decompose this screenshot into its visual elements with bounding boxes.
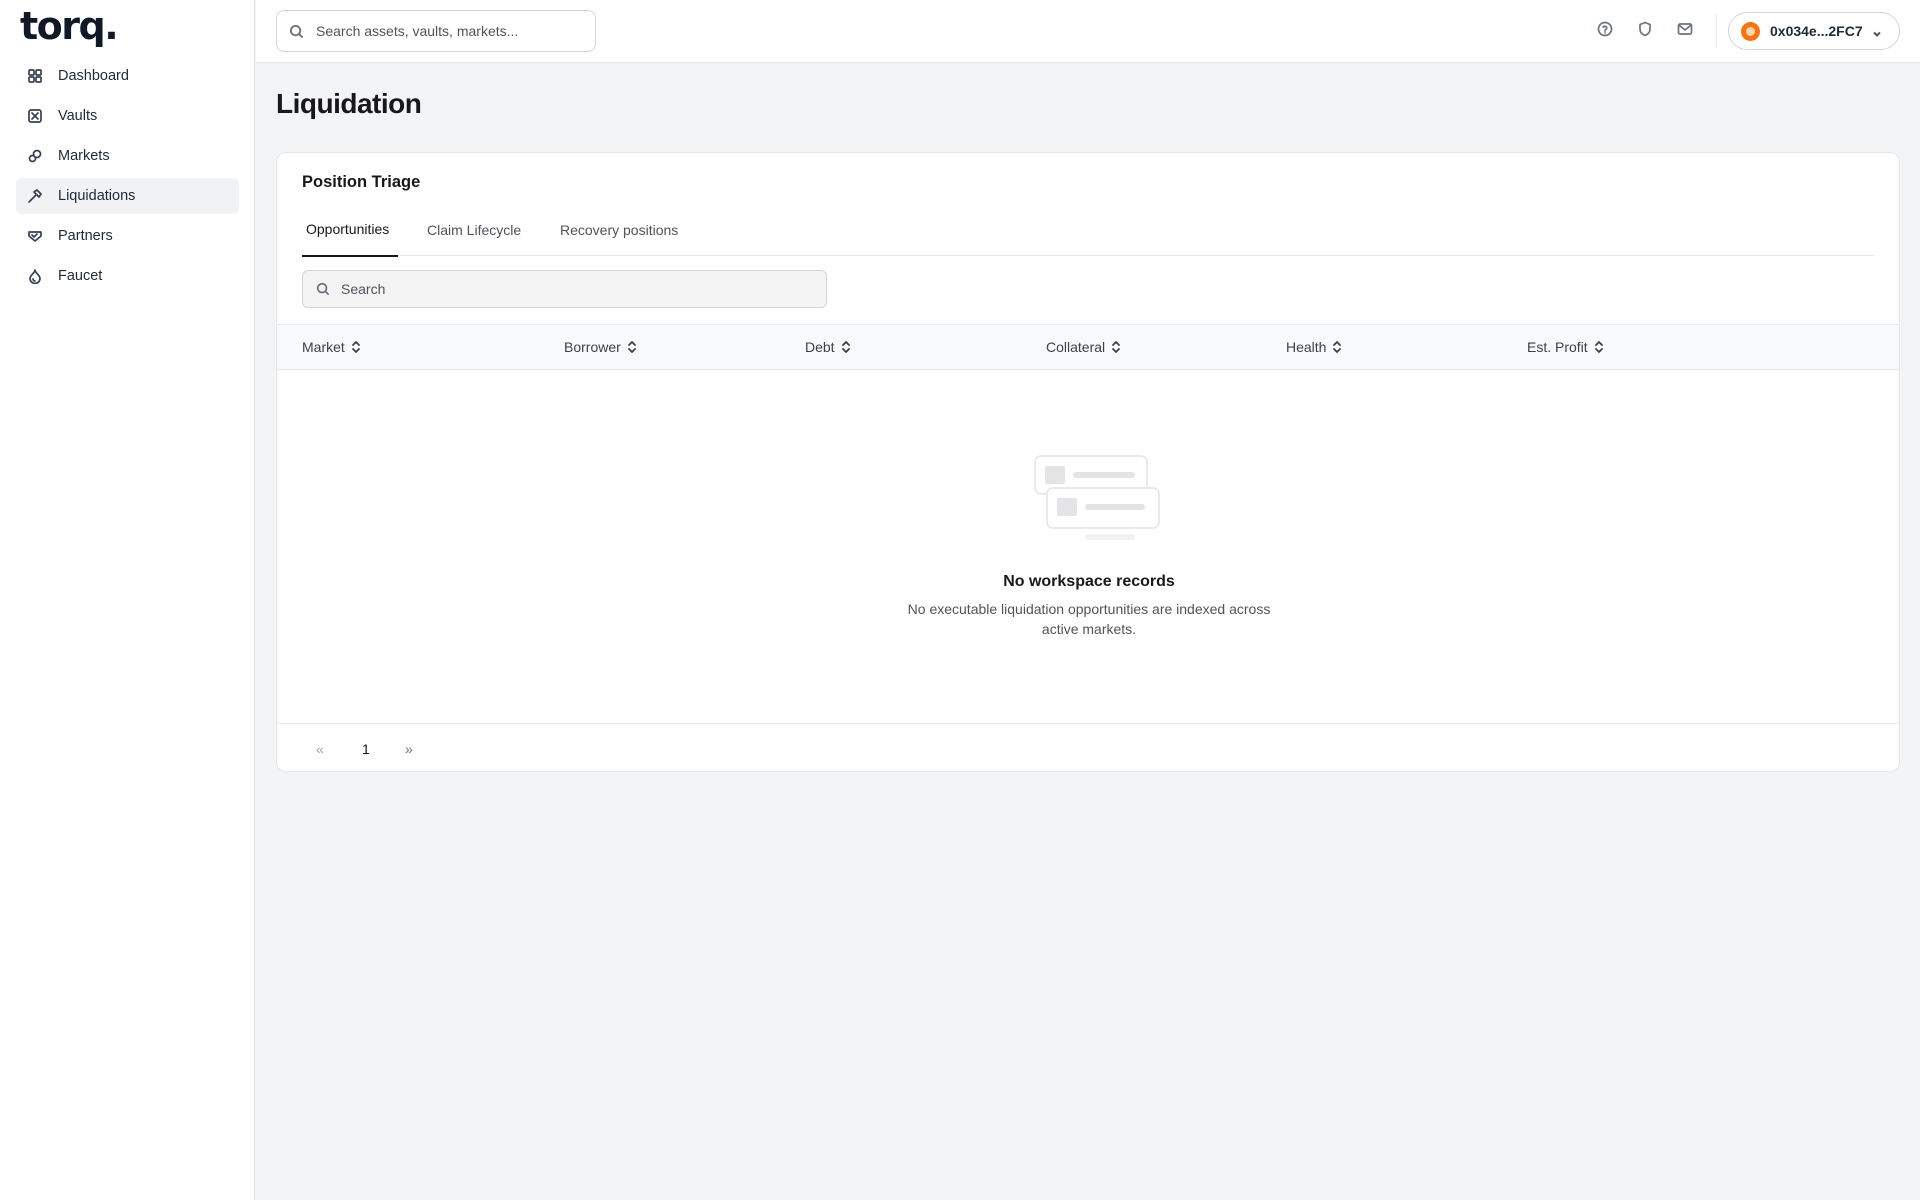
empty-state-title: No workspace records <box>1003 573 1175 590</box>
wallet-address: 0x034e...2FC7 <box>1770 23 1863 39</box>
sort-icon <box>627 340 637 354</box>
tab-opportunities[interactable]: Opportunities <box>302 213 398 257</box>
markets-icon <box>26 147 44 165</box>
pagination-page-1[interactable]: 1 <box>362 741 370 757</box>
sidebar-item-label: Vaults <box>58 108 98 124</box>
sort-icon <box>841 340 851 354</box>
column-label: Est. Profit <box>1527 339 1588 355</box>
empty-state: No workspace records No executable liqui… <box>277 370 1899 722</box>
tab-claim-lifecycle[interactable]: Claim Lifecycle <box>423 213 525 256</box>
empty-state-description: No executable liquidation opportunities … <box>907 601 1271 637</box>
sidebar: torq. Dashboard Vaults Markets Liquidati… <box>0 0 255 1200</box>
pagination-prev-button[interactable]: « <box>316 741 324 757</box>
column-label: Borrower <box>564 339 621 355</box>
column-header-borrower[interactable]: Borrower <box>564 325 637 369</box>
empty-records-illustration <box>1034 455 1160 540</box>
sidebar-item-dashboard[interactable]: Dashboard <box>16 58 239 94</box>
chevron-down-icon <box>1872 26 1882 37</box>
wallet-avatar <box>1741 21 1760 41</box>
page-title: Liquidation <box>276 88 422 119</box>
tab-bar: Opportunities Claim Lifecycle Recovery p… <box>302 213 1874 257</box>
column-header-health[interactable]: Health <box>1286 325 1342 369</box>
sidebar-item-vaults[interactable]: Vaults <box>16 98 239 134</box>
topbar-divider <box>1716 14 1717 48</box>
sidebar-item-label: Faucet <box>58 268 103 284</box>
vault-icon <box>26 107 44 125</box>
sidebar-item-label: Partners <box>58 228 113 244</box>
position-triage-card: Position Triage Opportunities Claim Life… <box>276 152 1900 772</box>
search-icon <box>289 24 304 38</box>
sidebar-item-faucet[interactable]: Faucet <box>16 258 239 294</box>
dashboard-icon <box>26 67 44 85</box>
column-header-collateral[interactable]: Collateral <box>1046 325 1121 369</box>
sort-icon <box>351 340 361 354</box>
sort-icon <box>1111 340 1121 354</box>
sidebar-item-label: Markets <box>58 148 110 164</box>
sidebar-nav: Dashboard Vaults Markets Liquidations Pa… <box>16 58 239 298</box>
topbar: 0x034e...2FC7 <box>256 0 1920 63</box>
tab-recovery-positions[interactable]: Recovery positions <box>556 213 682 256</box>
column-header-market[interactable]: Market <box>302 325 361 369</box>
sidebar-item-label: Dashboard <box>58 68 129 84</box>
column-label: Health <box>1286 339 1327 355</box>
column-label: Collateral <box>1046 339 1106 355</box>
sidebar-item-partners[interactable]: Partners <box>16 218 239 254</box>
pagination-next-button[interactable]: » <box>405 741 413 757</box>
sort-icon <box>1594 340 1604 354</box>
card-title: Position Triage <box>302 173 421 191</box>
search-icon <box>316 282 330 296</box>
table-header: Market Borrower Debt Collateral Health E… <box>277 324 1899 370</box>
sort-icon <box>1332 340 1342 354</box>
hammer-icon <box>26 187 44 205</box>
topbar-icons <box>1596 20 1694 38</box>
wallet-button[interactable]: 0x034e...2FC7 <box>1728 12 1900 50</box>
column-label: Debt <box>805 339 835 355</box>
sidebar-item-markets[interactable]: Markets <box>16 138 239 174</box>
pagination: « 1 » <box>277 723 1899 771</box>
brand-logo[interactable]: torq. <box>20 6 119 46</box>
sidebar-item-liquidations[interactable]: Liquidations <box>16 178 239 214</box>
table-search-input[interactable] <box>341 281 801 297</box>
column-header-debt[interactable]: Debt <box>805 325 851 369</box>
sidebar-item-label: Liquidations <box>58 188 136 204</box>
mail-icon[interactable] <box>1676 20 1694 38</box>
droplet-icon <box>26 267 44 285</box>
handshake-icon <box>26 227 44 245</box>
shield-icon[interactable] <box>1636 20 1654 38</box>
help-icon[interactable] <box>1596 20 1614 38</box>
global-search[interactable] <box>276 10 596 52</box>
table-search[interactable] <box>302 270 827 308</box>
column-header-est-profit[interactable]: Est. Profit <box>1527 325 1604 369</box>
global-search-input[interactable] <box>316 23 576 39</box>
column-label: Market <box>302 339 345 355</box>
